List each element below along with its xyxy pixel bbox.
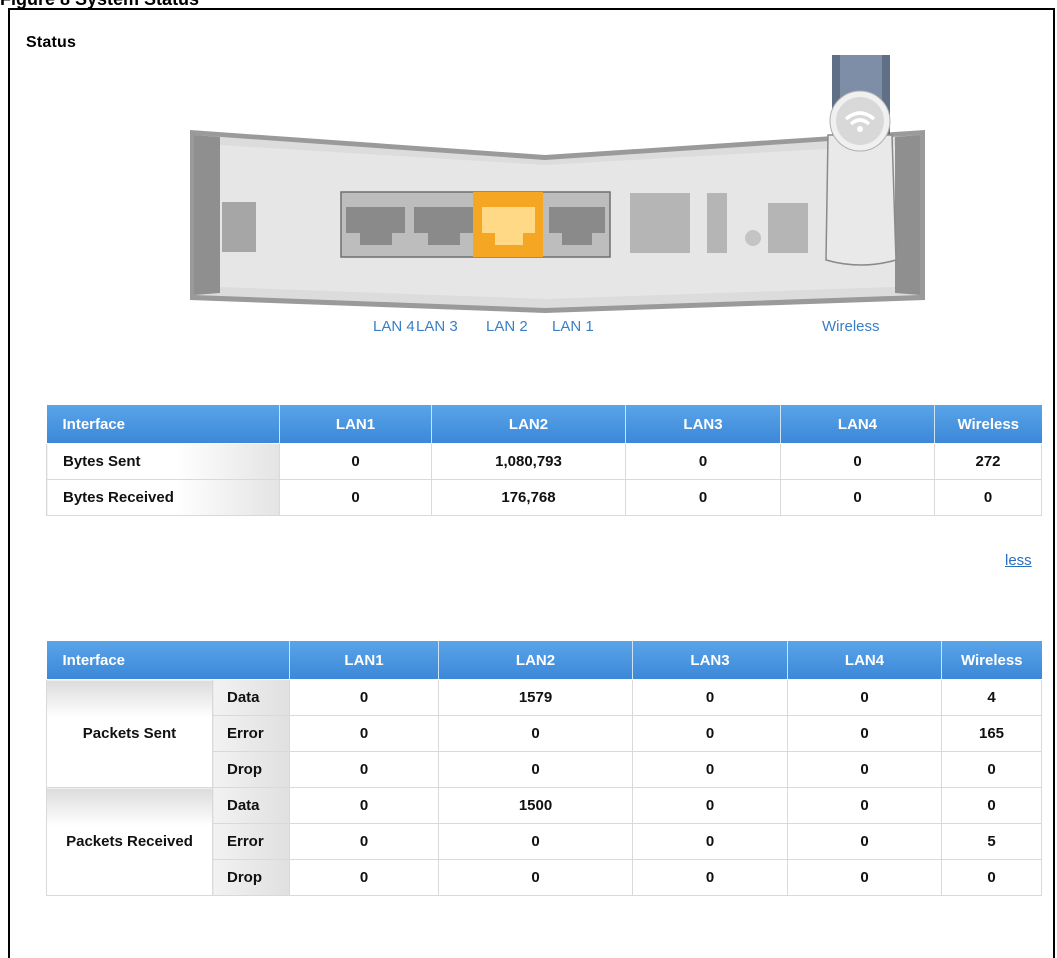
table-row: Bytes Received 0 176,768 0 0 0	[46, 479, 1042, 516]
table-cell: 1500	[438, 787, 633, 824]
col-header-lan1: LAN1	[279, 405, 432, 444]
table-cell: 0	[787, 859, 942, 896]
port-label-lan2: LAN 2	[486, 318, 528, 335]
table-cell: 0	[787, 823, 942, 860]
col-header-lan1: LAN1	[289, 641, 439, 680]
port-label-wireless: Wireless	[822, 318, 880, 335]
less-link[interactable]: less	[1005, 552, 1032, 569]
port-label-lan3: LAN 3	[416, 318, 458, 335]
table-cell: 0	[438, 823, 633, 860]
table-cell: 0	[289, 715, 439, 752]
sub-label-data: Data	[212, 787, 290, 824]
table-cell: 0	[438, 859, 633, 896]
table-cell: 272	[934, 443, 1042, 480]
packets-table: Interface LAN1 LAN2 LAN3 LAN4 Wireless P…	[46, 641, 1042, 896]
col-header-lan3: LAN3	[632, 641, 788, 680]
table-cell: 0	[941, 751, 1042, 788]
table-row: Packets Received Data 0 1500 0 0 0	[46, 787, 1042, 896]
col-header-lan2: LAN2	[438, 641, 633, 680]
table-cell: 4	[941, 679, 1042, 716]
table-cell: 0	[632, 823, 788, 860]
lan2-port-active	[473, 192, 543, 257]
col-header-lan2: LAN2	[431, 405, 626, 444]
sub-label-data: Data	[212, 679, 290, 716]
port-label-lan4: LAN 4	[373, 318, 415, 335]
usb-port	[707, 193, 727, 253]
table-cell: 0	[289, 679, 439, 716]
sub-label-drop: Drop	[212, 751, 290, 788]
figure-label: Figure 8 System Status	[0, 0, 199, 8]
port-label-lan1: LAN 1	[552, 318, 594, 335]
table-cell: 0	[632, 679, 788, 716]
table-cell: 1579	[438, 679, 633, 716]
sub-label-error: Error	[212, 715, 290, 752]
table-cell: 0	[289, 787, 439, 824]
col-header-lan4: LAN4	[787, 641, 942, 680]
reset-button	[745, 230, 761, 246]
wireless-antenna	[825, 55, 897, 266]
table-cell: 0	[787, 751, 942, 788]
router-illustration	[190, 55, 925, 313]
table-cell: 0	[438, 715, 633, 752]
row-label-bytes-received: Bytes Received	[46, 479, 280, 516]
table-cell: 1,080,793	[431, 443, 626, 480]
col-header-interface: Interface	[46, 641, 290, 680]
figure-caption: Figure 8 System Status	[0, 0, 320, 8]
table-cell: 0	[787, 715, 942, 752]
table-cell: 0	[787, 787, 942, 824]
row-label-bytes-sent: Bytes Sent	[46, 443, 280, 480]
table-cell: 0	[632, 715, 788, 752]
table-cell: 0	[632, 751, 788, 788]
table-cell: 176,768	[431, 479, 626, 516]
table-cell: 0	[780, 479, 935, 516]
group-label-packets-sent: Packets Sent	[46, 679, 213, 788]
wan-port	[630, 193, 690, 253]
packets-table-header: Interface LAN1 LAN2 LAN3 LAN4 Wireless	[46, 641, 1042, 680]
col-header-interface: Interface	[46, 405, 280, 444]
table-row: Bytes Sent 0 1,080,793 0 0 272	[46, 443, 1042, 480]
sub-label-error: Error	[212, 823, 290, 860]
col-header-wireless: Wireless	[934, 405, 1042, 444]
table-cell: 0	[279, 443, 432, 480]
bytes-table-header: Interface LAN1 LAN2 LAN3 LAN4 Wireless	[46, 405, 1042, 444]
page-title: Status	[26, 34, 77, 51]
table-cell: 0	[941, 859, 1042, 896]
table-cell: 5	[941, 823, 1042, 860]
table-row: Packets Sent Data 0 1579 0 0 4	[46, 679, 1042, 788]
group-label-packets-received: Packets Received	[46, 787, 213, 896]
bytes-table: Interface LAN1 LAN2 LAN3 LAN4 Wireless B…	[46, 405, 1042, 516]
table-cell: 0	[625, 479, 781, 516]
table-cell: 0	[780, 443, 935, 480]
col-header-lan3: LAN3	[625, 405, 781, 444]
sub-label-drop: Drop	[212, 859, 290, 896]
table-cell: 0	[941, 787, 1042, 824]
table-cell: 0	[289, 859, 439, 896]
table-cell: 0	[632, 787, 788, 824]
table-cell: 165	[941, 715, 1042, 752]
table-cell: 0	[934, 479, 1042, 516]
other-port	[768, 203, 808, 253]
table-cell: 0	[279, 479, 432, 516]
table-cell: 0	[632, 859, 788, 896]
table-cell: 0	[625, 443, 781, 480]
table-cell: 0	[289, 823, 439, 860]
col-header-wireless: Wireless	[941, 641, 1042, 680]
power-port	[222, 202, 256, 252]
table-cell: 0	[787, 679, 942, 716]
table-cell: 0	[289, 751, 439, 788]
table-cell: 0	[438, 751, 633, 788]
col-header-lan4: LAN4	[780, 405, 935, 444]
